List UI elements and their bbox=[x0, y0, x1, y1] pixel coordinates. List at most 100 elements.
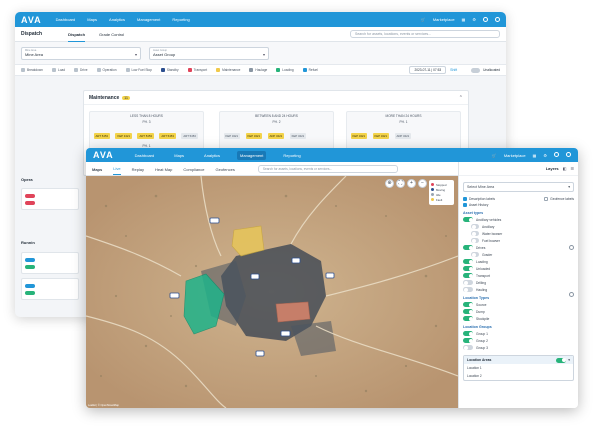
asset-group-select[interactable]: Asset Group Asset Group ▾ bbox=[149, 46, 269, 60]
help-icon[interactable] bbox=[554, 152, 559, 158]
tab-maps[interactable]: Maps bbox=[92, 163, 102, 175]
location-group-row[interactable]: Group 3 bbox=[459, 344, 578, 351]
layers-icon[interactable]: ◧ bbox=[563, 166, 567, 171]
nav-management[interactable]: Management bbox=[137, 17, 160, 22]
nav-dashboard[interactable]: Dashboard bbox=[56, 17, 76, 22]
location-group-toggle[interactable] bbox=[463, 338, 473, 343]
asset-type-toggle[interactable] bbox=[471, 231, 479, 236]
location-type-toggle[interactable] bbox=[463, 302, 473, 307]
location-type-row[interactable]: Dump bbox=[459, 308, 578, 315]
asset-chip[interactable]: ADP 3421 bbox=[267, 133, 285, 139]
location-group-toggle[interactable] bbox=[463, 331, 473, 336]
asset-type-row[interactable]: Transport bbox=[459, 272, 578, 279]
asset-type-row[interactable]: Grader bbox=[459, 251, 578, 258]
running-card[interactable] bbox=[21, 252, 79, 274]
location-areas-toggle[interactable] bbox=[556, 357, 567, 363]
location-areas-header[interactable]: Location Areas ▾ bbox=[464, 356, 573, 364]
zoom-in-icon[interactable]: + bbox=[407, 179, 416, 188]
mine-area-select[interactable]: Select Mine Area ▾ bbox=[463, 182, 574, 192]
tab-geofences[interactable]: Geofences bbox=[216, 163, 235, 175]
nav-maps[interactable]: Maps bbox=[171, 151, 187, 160]
location-type-toggle[interactable] bbox=[463, 309, 473, 314]
nav-dashboard[interactable]: Dashboard bbox=[132, 151, 158, 160]
asset-chip[interactable]: ART 5453 bbox=[137, 133, 154, 139]
asset-type-toggle[interactable] bbox=[463, 266, 473, 271]
cart-icon[interactable]: 🛒 bbox=[492, 153, 497, 158]
asset-type-toggle[interactable] bbox=[471, 252, 479, 257]
cart-icon[interactable]: 🛒 bbox=[421, 17, 426, 22]
settings-icon[interactable]: ⚙ bbox=[472, 17, 476, 22]
nav-management[interactable]: Management bbox=[237, 150, 267, 160]
shift-button[interactable]: Shift bbox=[450, 68, 457, 72]
asset-chip[interactable]: ART 5453 bbox=[93, 133, 110, 139]
collapse-icon[interactable]: ⌃ bbox=[459, 95, 463, 101]
tab-grade-control[interactable]: Grade Control bbox=[99, 27, 124, 41]
asset-type-toggle[interactable] bbox=[463, 245, 473, 250]
marketplace-link[interactable]: Marketplace bbox=[433, 17, 455, 22]
asset-chip[interactable]: ADP 3421 bbox=[394, 133, 412, 139]
asset-chip[interactable]: KEP 3421 bbox=[223, 133, 241, 139]
location-area-item[interactable]: Location 2 bbox=[464, 372, 573, 380]
mine-area-select[interactable]: Mine Area Mine Area ▾ bbox=[21, 46, 141, 60]
asset-type-row[interactable]: Hauling bbox=[459, 286, 578, 293]
asset-chip[interactable]: KEP 3421 bbox=[350, 133, 368, 139]
location-area-item[interactable]: Location 1 bbox=[464, 364, 573, 372]
asset-chip[interactable]: KEP 3421 bbox=[372, 133, 390, 139]
asset-chip[interactable]: KEP 3421 bbox=[289, 133, 307, 139]
marketplace-link[interactable]: Marketplace bbox=[504, 153, 526, 158]
asset-type-toggle[interactable] bbox=[463, 259, 473, 264]
info-icon[interactable] bbox=[569, 292, 574, 297]
nav-maps[interactable]: Maps bbox=[87, 17, 97, 22]
asset-type-toggle[interactable] bbox=[471, 224, 479, 229]
asset-type-toggle[interactable] bbox=[463, 280, 473, 285]
asset-chip[interactable]: ART 5453 bbox=[181, 133, 198, 139]
unallocated-toggle[interactable] bbox=[471, 67, 481, 73]
asset-chip[interactable]: KEP 3421 bbox=[115, 133, 132, 139]
grid-icon[interactable]: ▦ bbox=[462, 17, 466, 22]
asset-type-row[interactable]: Unloaded bbox=[459, 265, 578, 272]
asset-type-toggle[interactable] bbox=[463, 217, 473, 222]
asset-type-row[interactable]: Loading bbox=[459, 258, 578, 265]
satellite-map[interactable]: ⊕ ⛶ + − Stopped Moving Idle Fault Leafle… bbox=[86, 176, 458, 408]
asset-type-row[interactable]: Water bowser bbox=[459, 230, 578, 237]
location-type-row[interactable]: Source bbox=[459, 301, 578, 308]
asset-type-toggle[interactable] bbox=[471, 238, 479, 243]
grid-icon[interactable]: ▦ bbox=[533, 153, 537, 158]
nav-reporting[interactable]: Reporting bbox=[172, 17, 189, 22]
nav-reporting[interactable]: Reporting bbox=[280, 151, 303, 160]
asset-type-row[interactable]: Drives bbox=[459, 244, 578, 251]
menu-icon[interactable]: ☰ bbox=[570, 166, 574, 171]
tab-replay[interactable]: Replay bbox=[132, 163, 144, 175]
info-icon[interactable] bbox=[569, 245, 574, 250]
asset-chip[interactable]: ART 5453 bbox=[159, 133, 176, 139]
asset-type-row[interactable]: Fuel bowser bbox=[459, 237, 578, 244]
search-input[interactable]: Search for assets, locations, events or … bbox=[350, 30, 500, 38]
zoom-out-icon[interactable]: − bbox=[418, 179, 427, 188]
asset-chip[interactable]: KEP 3421 bbox=[245, 133, 263, 139]
settings-icon[interactable]: ⚙ bbox=[543, 153, 547, 158]
asset-type-row[interactable]: Ancillary vehicles bbox=[459, 216, 578, 223]
user-icon[interactable] bbox=[566, 152, 571, 158]
tab-dispatch[interactable]: Dispatch bbox=[68, 27, 86, 42]
tab-heat-map[interactable]: Heat Map bbox=[155, 163, 172, 175]
date-picker[interactable]: 2023-07-11 | 07:53 bbox=[409, 66, 447, 74]
asset-type-toggle[interactable] bbox=[463, 287, 473, 292]
location-group-toggle[interactable] bbox=[463, 345, 473, 350]
location-type-row[interactable]: Stockpile bbox=[459, 315, 578, 322]
operator-card[interactable] bbox=[21, 188, 79, 210]
fullscreen-icon[interactable]: ⛶ bbox=[396, 179, 405, 188]
tab-compliance[interactable]: Compliance bbox=[183, 163, 204, 175]
asset-type-row[interactable]: Ancillary bbox=[459, 223, 578, 230]
help-icon[interactable] bbox=[483, 16, 488, 23]
location-group-row[interactable]: Group 2 bbox=[459, 337, 578, 344]
location-type-toggle[interactable] bbox=[463, 316, 473, 321]
asset-type-toggle[interactable] bbox=[463, 273, 473, 278]
user-icon[interactable] bbox=[495, 16, 500, 23]
nav-analytics[interactable]: Analytics bbox=[109, 17, 125, 22]
running-card[interactable] bbox=[21, 278, 79, 300]
tab-live[interactable]: Live bbox=[113, 162, 121, 175]
location-group-row[interactable]: Group 1 bbox=[459, 330, 578, 337]
asset-type-row[interactable]: Drilling bbox=[459, 279, 578, 286]
nav-analytics[interactable]: Analytics bbox=[201, 151, 223, 160]
locate-icon[interactable]: ⊕ bbox=[385, 179, 394, 188]
